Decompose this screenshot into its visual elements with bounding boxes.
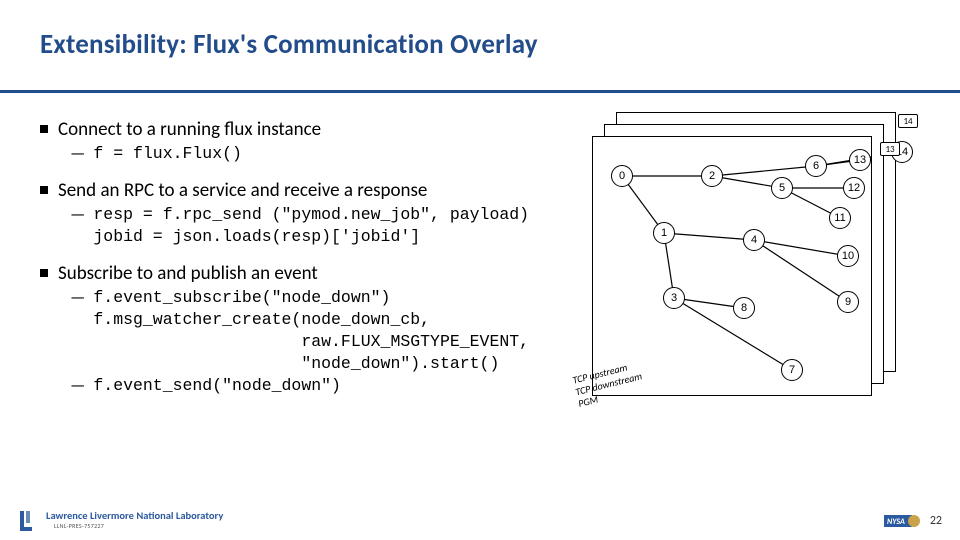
graph-node-9: 9 [837,291,859,313]
graph-node-13: 13 [849,149,871,171]
bullet-2: Subscribe to and publish an event—f.even… [40,262,570,397]
bullet-code-block: —f.event_subscribe("node_down")—f.msg_wa… [70,287,570,397]
overlay-diagram: 01234567891011121314 TCP upstreamTCP dow… [580,112,920,422]
bullet-code-block: — f = flux.Flux() [70,143,570,165]
graph-node-label-14: 14 [898,114,918,128]
page-number: 22 [930,514,942,528]
footer-left: Lawrence Livermore National Laboratory L… [18,509,223,533]
text-column: Connect to a running flux instance—f = f… [40,112,580,411]
svg-text:NYSA: NYSA [887,517,905,527]
content-row: Connect to a running flux instance—f = f… [40,112,920,422]
bullet-heading-text: Send an RPC to a service and receive a r… [58,179,427,202]
graph-node-12: 12 [843,177,865,199]
slide: Extensibility: Flux's Communication Over… [0,0,960,540]
diagram-column: 01234567891011121314 TCP upstreamTCP dow… [580,112,920,422]
page-title: Extensibility: Flux's Communication Over… [40,28,920,61]
code-line: — f.event_subscribe("node_down") [70,287,570,309]
code-line: — f.event_send("node_down") [70,375,570,397]
bullet-heading: Subscribe to and publish an event [40,262,570,285]
diagram-layer-front: 01234567891011121314 [592,136,872,396]
bullet-square-icon [40,186,48,194]
bullet-0: Connect to a running flux instance— f = f… [40,118,570,165]
graph-node-label-13: 13 [880,142,900,156]
diagram-layer-labels: TCP upstreamTCP downstreamPGM [571,359,646,410]
bullet-1: Send an RPC to a service and receive a r… [40,179,570,248]
diagram-edges [593,137,871,395]
graph-node-5: 5 [771,177,793,199]
bullet-heading-text: Connect to a running flux instance [58,118,321,141]
dash-icon: — [70,204,85,226]
graph-node-11: 11 [829,207,851,229]
code-line: — raw.FLUX_MSGTYPE_EVENT, [70,331,570,353]
code-text: f = flux.Flux() [93,143,242,165]
graph-node-3: 3 [663,287,685,309]
code-text: jobid = json.loads(resp)['jobid'] [93,226,420,248]
graph-node-8: 8 [733,297,755,319]
footnote-text: LLNL-PRES-757227 [54,521,223,532]
footer-right: NYSA 22 [884,511,942,531]
code-line: — f = flux.Flux() [70,143,570,165]
code-line: —jobid = json.loads(resp)['jobid'] [70,226,570,248]
nnsa-logo-icon: NYSA [884,511,920,531]
graph-node-4: 4 [743,229,765,251]
llnl-org-name: Lawrence Livermore National Laboratory L… [46,510,223,532]
graph-node-1: 1 [653,222,675,244]
bullet-square-icon [40,269,48,277]
bullet-square-icon [40,125,48,133]
graph-node-10: 10 [837,245,859,267]
bullet-heading: Connect to a running flux instance [40,118,570,141]
bullet-heading: Send an RPC to a service and receive a r… [40,179,570,202]
code-text: f.event_subscribe("node_down") [93,287,390,309]
dash-icon: — [70,287,85,309]
footer: Lawrence Livermore National Laboratory L… [0,506,960,540]
code-line: — resp = f.rpc_send ("pymod.new_job", pay… [70,204,570,226]
code-text: f.msg_watcher_create(node_down_cb, [93,309,430,331]
code-line: —f.msg_watcher_create(node_down_cb, [70,309,570,331]
dash-icon: — [70,375,85,397]
bullet-heading-text: Subscribe to and publish an event [58,262,318,285]
graph-node-7: 7 [781,359,803,381]
title-rule [0,90,960,93]
code-line: — "node_down").start() [70,353,570,375]
graph-node-6: 6 [805,155,827,177]
graph-node-2: 2 [701,165,723,187]
llnl-logo-icon [18,509,38,533]
code-text: "node_down").start() [93,353,499,375]
bullet-code-block: — resp = f.rpc_send ("pymod.new_job", pay… [70,204,570,248]
graph-node-0: 0 [611,165,633,187]
dash-icon: — [70,143,85,165]
code-text: f.event_send("node_down") [93,375,341,397]
code-text: resp = f.rpc_send ("pymod.new_job", payl… [93,204,529,226]
code-text: raw.FLUX_MSGTYPE_EVENT, [93,331,529,353]
